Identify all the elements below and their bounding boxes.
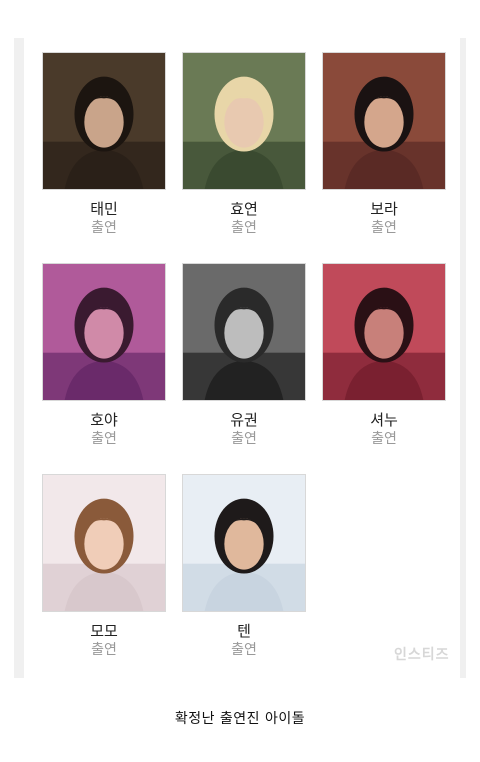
portrait-face xyxy=(224,518,264,570)
portrait-image xyxy=(43,264,165,400)
cast-name: 보라 xyxy=(370,200,398,218)
cast-card-hoya[interactable]: 호야 출연 xyxy=(42,263,166,448)
portrait-image xyxy=(183,53,305,189)
portrait-face xyxy=(224,307,264,359)
portrait-face xyxy=(364,96,404,148)
portrait-image xyxy=(183,475,305,611)
cast-card-ten[interactable]: 텐 출연 xyxy=(182,474,306,659)
cast-name: 텐 xyxy=(237,622,251,640)
cast-role: 출연 xyxy=(91,642,117,658)
cast-photo[interactable] xyxy=(322,52,446,190)
cast-role: 출연 xyxy=(371,220,397,236)
cast-photo[interactable] xyxy=(182,474,306,612)
caption-text: 확정난 출연진 아이돌 xyxy=(174,711,306,727)
cast-role: 출연 xyxy=(371,431,397,447)
cast-name: 셔누 xyxy=(370,411,398,429)
portrait-face xyxy=(84,518,124,570)
cast-photo[interactable] xyxy=(182,263,306,401)
cast-card-taemin[interactable]: 태민 출연 xyxy=(42,52,166,237)
watermark-logo: 인스티즈 xyxy=(394,647,450,663)
cast-role: 출연 xyxy=(231,220,257,236)
cast-name: 효연 xyxy=(230,200,258,218)
portrait-face xyxy=(224,96,264,148)
cast-role: 출연 xyxy=(91,431,117,447)
portrait-image xyxy=(43,53,165,189)
cast-panel: 태민 출연 효연 출연 보라 출연 호야 출연 유권 출연 셔누 출연 모모 출… xyxy=(14,38,466,678)
cast-card-shownu[interactable]: 셔누 출연 xyxy=(322,263,446,448)
cast-role: 출연 xyxy=(231,431,257,447)
cast-grid: 태민 출연 효연 출연 보라 출연 호야 출연 유권 출연 셔누 출연 모모 출… xyxy=(24,38,460,678)
cast-name: 태민 xyxy=(90,200,118,218)
portrait-image xyxy=(323,264,445,400)
cast-role: 출연 xyxy=(91,220,117,236)
cast-photo[interactable] xyxy=(42,474,166,612)
cast-photo[interactable] xyxy=(42,263,166,401)
portrait-image xyxy=(43,475,165,611)
cast-name: 유권 xyxy=(230,411,258,429)
cast-photo[interactable] xyxy=(42,52,166,190)
portrait-image xyxy=(183,264,305,400)
portrait-face xyxy=(364,307,404,359)
page: 태민 출연 효연 출연 보라 출연 호야 출연 유권 출연 셔누 출연 모모 출… xyxy=(0,0,480,762)
portrait-face xyxy=(84,96,124,148)
portrait-face xyxy=(84,307,124,359)
cast-name: 호야 xyxy=(90,411,118,429)
cast-photo[interactable] xyxy=(322,263,446,401)
portrait-image xyxy=(323,53,445,189)
cast-name: 모모 xyxy=(90,622,118,640)
cast-card-bora[interactable]: 보라 출연 xyxy=(322,52,446,237)
cast-card-hyoyeon[interactable]: 효연 출연 xyxy=(182,52,306,237)
cast-photo[interactable] xyxy=(182,52,306,190)
cast-card-momo[interactable]: 모모 출연 xyxy=(42,474,166,659)
cast-card-yugwon[interactable]: 유권 출연 xyxy=(182,263,306,448)
cast-role: 출연 xyxy=(231,642,257,658)
